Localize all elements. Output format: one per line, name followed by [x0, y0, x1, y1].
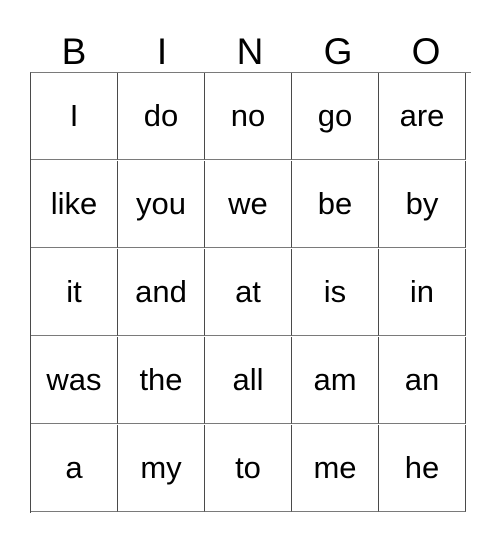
- bingo-cell-label: the: [139, 362, 183, 397]
- bingo-cell-o2[interactable]: by: [379, 161, 466, 248]
- bingo-cell-g1[interactable]: go: [292, 73, 379, 160]
- bingo-cell-o3[interactable]: in: [379, 249, 466, 336]
- bingo-cell-label: be: [317, 186, 353, 221]
- bingo-header-letter-o: O: [411, 31, 441, 72]
- bingo-cell-label: is: [323, 274, 347, 309]
- bingo-cell-n1[interactable]: no: [205, 73, 292, 160]
- bingo-cell-i5[interactable]: my: [118, 425, 205, 512]
- bingo-cell-label: do: [143, 98, 179, 133]
- bingo-cell-n5[interactable]: to: [205, 425, 292, 512]
- bingo-cell-label: all: [232, 362, 264, 397]
- table-row: I do no go are: [31, 73, 471, 161]
- bingo-cell-o1[interactable]: are: [379, 73, 466, 160]
- bingo-cell-label: me: [313, 450, 357, 485]
- bingo-cell-i1[interactable]: do: [118, 73, 205, 160]
- bingo-cell-o5[interactable]: he: [379, 425, 466, 512]
- bingo-cell-label: you: [136, 186, 186, 221]
- bingo-cell-label: and: [135, 274, 187, 309]
- bingo-cell-label: like: [50, 186, 98, 221]
- bingo-cell-label: am: [313, 362, 357, 397]
- bingo-grid: I do no go are like you we be by it and …: [30, 72, 471, 513]
- table-row: like you we be by: [31, 161, 471, 249]
- bingo-cell-g2[interactable]: be: [292, 161, 379, 248]
- table-row: a my to me he: [31, 425, 471, 513]
- bingo-cell-b1[interactable]: I: [31, 73, 118, 160]
- bingo-cell-label: at: [235, 274, 261, 309]
- bingo-cell-label: a: [65, 450, 83, 485]
- bingo-header-letter-g: G: [323, 31, 353, 72]
- bingo-cell-b2[interactable]: like: [31, 161, 118, 248]
- bingo-cell-n2[interactable]: we: [205, 161, 292, 248]
- bingo-cell-label: I: [69, 98, 79, 133]
- bingo-card: B I N G O I do no go are like you we be …: [30, 28, 471, 513]
- bingo-cell-b5[interactable]: a: [31, 425, 118, 512]
- bingo-cell-b3[interactable]: it: [31, 249, 118, 336]
- bingo-cell-i2[interactable]: you: [118, 161, 205, 248]
- bingo-cell-label: it: [66, 274, 82, 309]
- bingo-cell-label: in: [409, 274, 435, 309]
- bingo-cell-n3[interactable]: at: [205, 249, 292, 336]
- bingo-header-letter-n: N: [236, 31, 264, 72]
- bingo-cell-i4[interactable]: the: [118, 337, 205, 424]
- table-row: was the all am an: [31, 337, 471, 425]
- table-row: it and at is in: [31, 249, 471, 337]
- bingo-cell-label: an: [404, 362, 440, 397]
- bingo-cell-b4[interactable]: was: [31, 337, 118, 424]
- bingo-cell-label: he: [404, 450, 440, 485]
- bingo-cell-o4[interactable]: an: [379, 337, 466, 424]
- bingo-cell-label: go: [317, 98, 353, 133]
- bingo-cell-n4[interactable]: all: [205, 337, 292, 424]
- bingo-cell-label: by: [405, 186, 439, 221]
- bingo-header-letter-i: I: [156, 31, 168, 72]
- bingo-cell-g3[interactable]: is: [292, 249, 379, 336]
- bingo-cell-g5[interactable]: me: [292, 425, 379, 512]
- bingo-cell-label: we: [228, 186, 268, 221]
- bingo-cell-g4[interactable]: am: [292, 337, 379, 424]
- bingo-cell-label: are: [399, 98, 445, 133]
- bingo-cell-label: to: [235, 450, 261, 485]
- bingo-cell-i3[interactable]: and: [118, 249, 205, 336]
- bingo-cell-label: no: [230, 98, 266, 133]
- bingo-cell-label: my: [140, 450, 182, 485]
- bingo-header-row: B I N G O: [30, 28, 470, 72]
- bingo-header-letter-b: B: [61, 31, 87, 72]
- bingo-cell-label: was: [46, 362, 102, 397]
